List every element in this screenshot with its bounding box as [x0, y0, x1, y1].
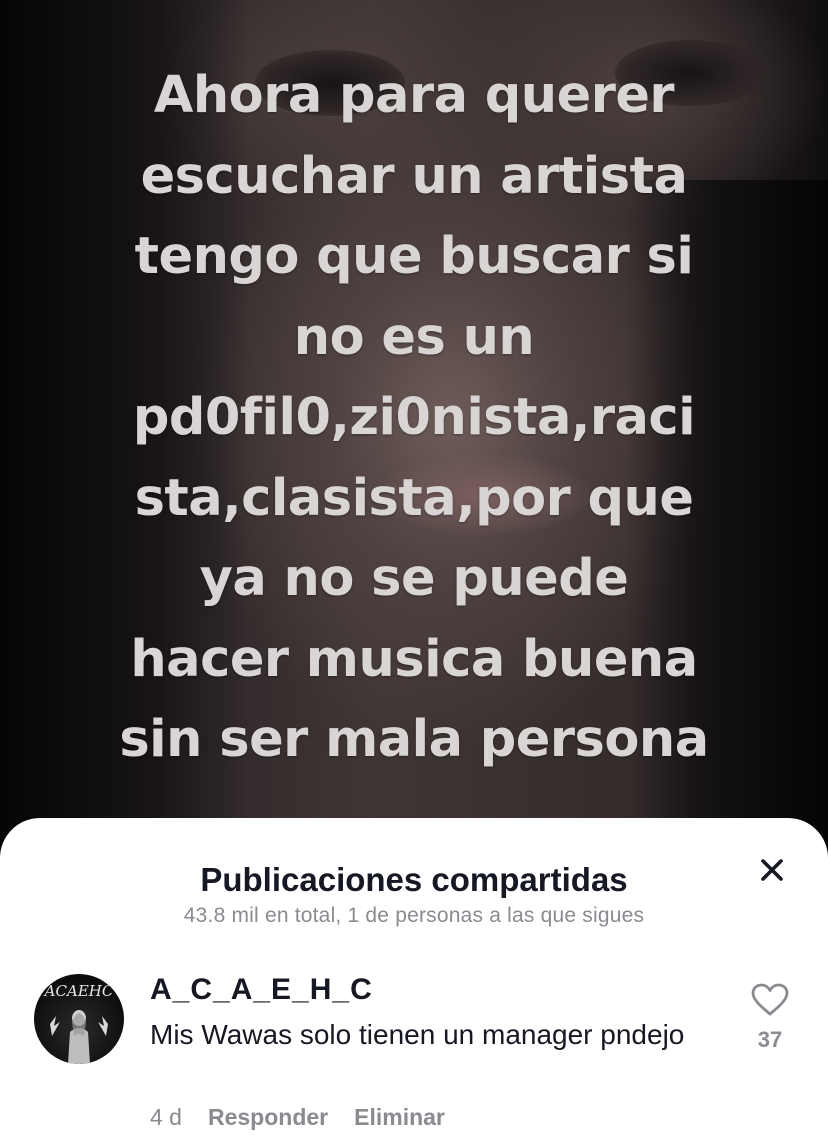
video-caption: Ahora para querer escuchar un artista te… — [40, 56, 788, 781]
close-icon — [761, 859, 783, 881]
comment-timestamp: 4 d — [150, 1104, 182, 1130]
screen: Ahora para querer escuchar un artista te… — [0, 0, 828, 1140]
sheet-subtitle: 43.8 mil en total, 1 de personas a las q… — [183, 904, 645, 927]
comment-item: ACAEHC A_C_A_E_H_C Mis Wawas solo tienen… — [0, 968, 828, 1140]
video-caption-line: Ahora para querer — [153, 66, 675, 125]
avatar[interactable]: ACAEHC — [34, 974, 124, 1064]
video-caption-line: hacer musica buena — [130, 629, 698, 689]
like-count: 37 — [757, 1027, 783, 1052]
shared-posts-sheet: Publicaciones compartidas 43.8 mil en to… — [0, 818, 828, 1140]
comment-author[interactable]: A_C_A_E_H_C — [150, 972, 373, 1008]
avatar-logo: ACAEHC — [43, 982, 114, 1064]
avatar-logo-text: ACAEHC — [43, 982, 114, 1000]
reply-button[interactable]: Responder — [208, 1102, 328, 1132]
video-caption-line: sta,clasista,por que — [134, 468, 694, 528]
sheet-title: Publicaciones compartidas — [200, 861, 628, 898]
comment-meta: 4 d Responder Eliminar — [150, 1102, 471, 1132]
close-button[interactable] — [750, 848, 794, 892]
video-caption-line: ya no se puede — [199, 549, 629, 608]
video-caption-line: no es un — [293, 307, 535, 367]
video-caption-line: sin ser mala persona — [119, 710, 709, 769]
video-caption-line: tengo que buscar si — [134, 227, 694, 286]
video-caption-line: pd0fil0,zi0nista,raci — [132, 388, 696, 447]
delete-button[interactable]: Eliminar — [354, 1102, 445, 1132]
video-caption-line: escuchar un artista — [140, 146, 688, 206]
comment-text: Mis Wawas solo tienen un manager pndejo — [150, 1019, 685, 1050]
heart-outline-icon — [751, 983, 789, 1016]
video-player[interactable]: Ahora para querer escuchar un artista te… — [0, 0, 828, 860]
like-button[interactable] — [748, 978, 792, 1022]
